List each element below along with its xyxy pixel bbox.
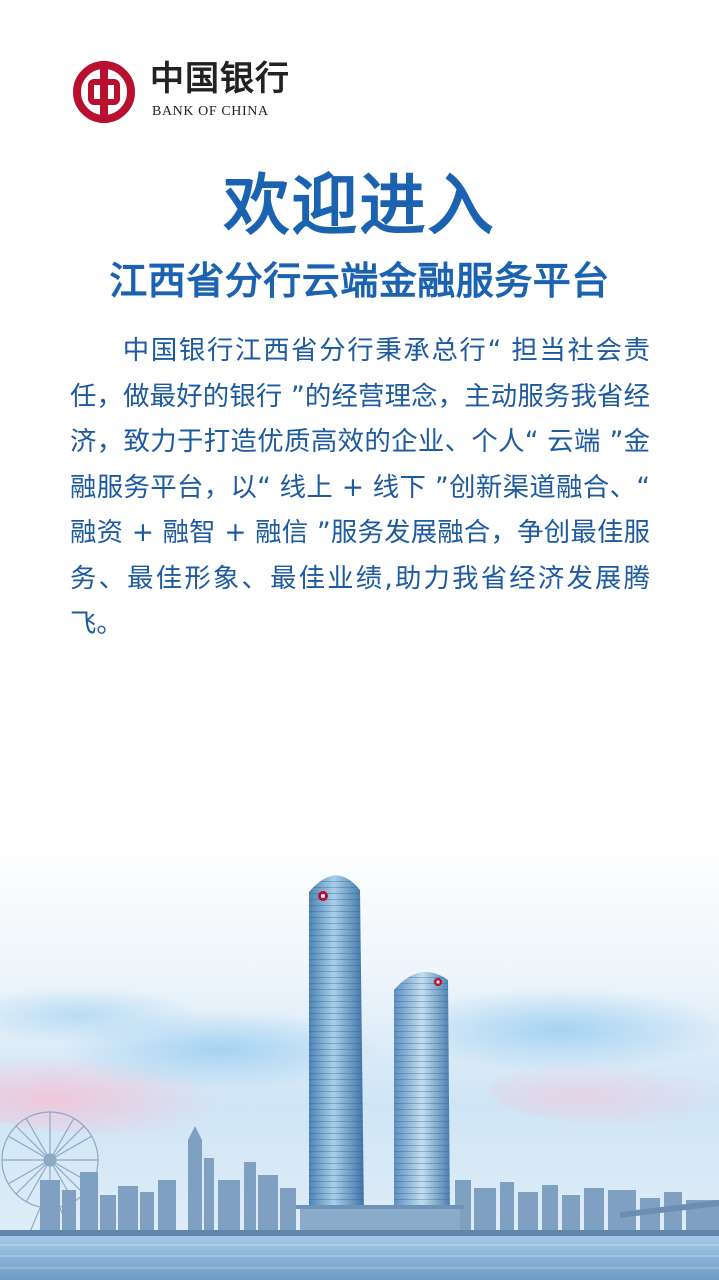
welcome-page: 中国银行 BANK OF CHINA 欢迎进入 江西省分行云端金融服务平台 中国… [0, 0, 719, 1280]
main-tower [309, 875, 364, 1218]
platform-subtitle: 江西省分行云端金融服务平台 [109, 259, 610, 303]
bank-of-china-emblem-icon [73, 61, 135, 123]
bank-name-english: BANK OF CHINA [152, 104, 269, 119]
intro-paragraph: 中国银行江西省分行秉承总行“ 担当社会责任，做最好的银行 ”的经营理念，主动服务… [70, 335, 650, 639]
bank-name-chinese: 中国银行 [150, 59, 290, 99]
welcome-title: 欢迎进入 [223, 167, 496, 244]
city-skyline-illustration [0, 840, 719, 1280]
bank-logo: 中国银行 BANK OF CHINA [72, 60, 302, 124]
second-tower [394, 972, 450, 1220]
